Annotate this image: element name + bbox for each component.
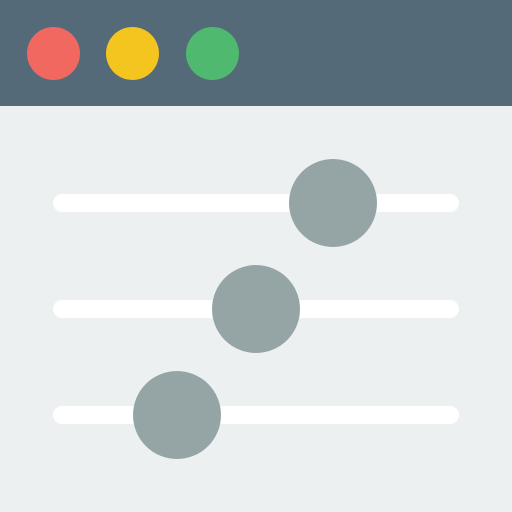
slider-1[interactable]	[53, 159, 459, 247]
maximize-button[interactable]	[186, 27, 239, 80]
slider-thumb[interactable]	[212, 265, 300, 353]
slider-3[interactable]	[53, 371, 459, 459]
slider-thumb[interactable]	[132, 371, 221, 459]
slider-track[interactable]	[53, 406, 459, 424]
settings-panel	[0, 106, 512, 512]
title-bar	[0, 0, 512, 106]
minimize-button[interactable]	[106, 27, 159, 80]
slider-thumb[interactable]	[289, 159, 378, 247]
slider-track[interactable]	[53, 194, 459, 212]
close-button[interactable]	[27, 27, 80, 80]
app-window	[0, 0, 512, 512]
slider-2[interactable]	[53, 265, 459, 353]
